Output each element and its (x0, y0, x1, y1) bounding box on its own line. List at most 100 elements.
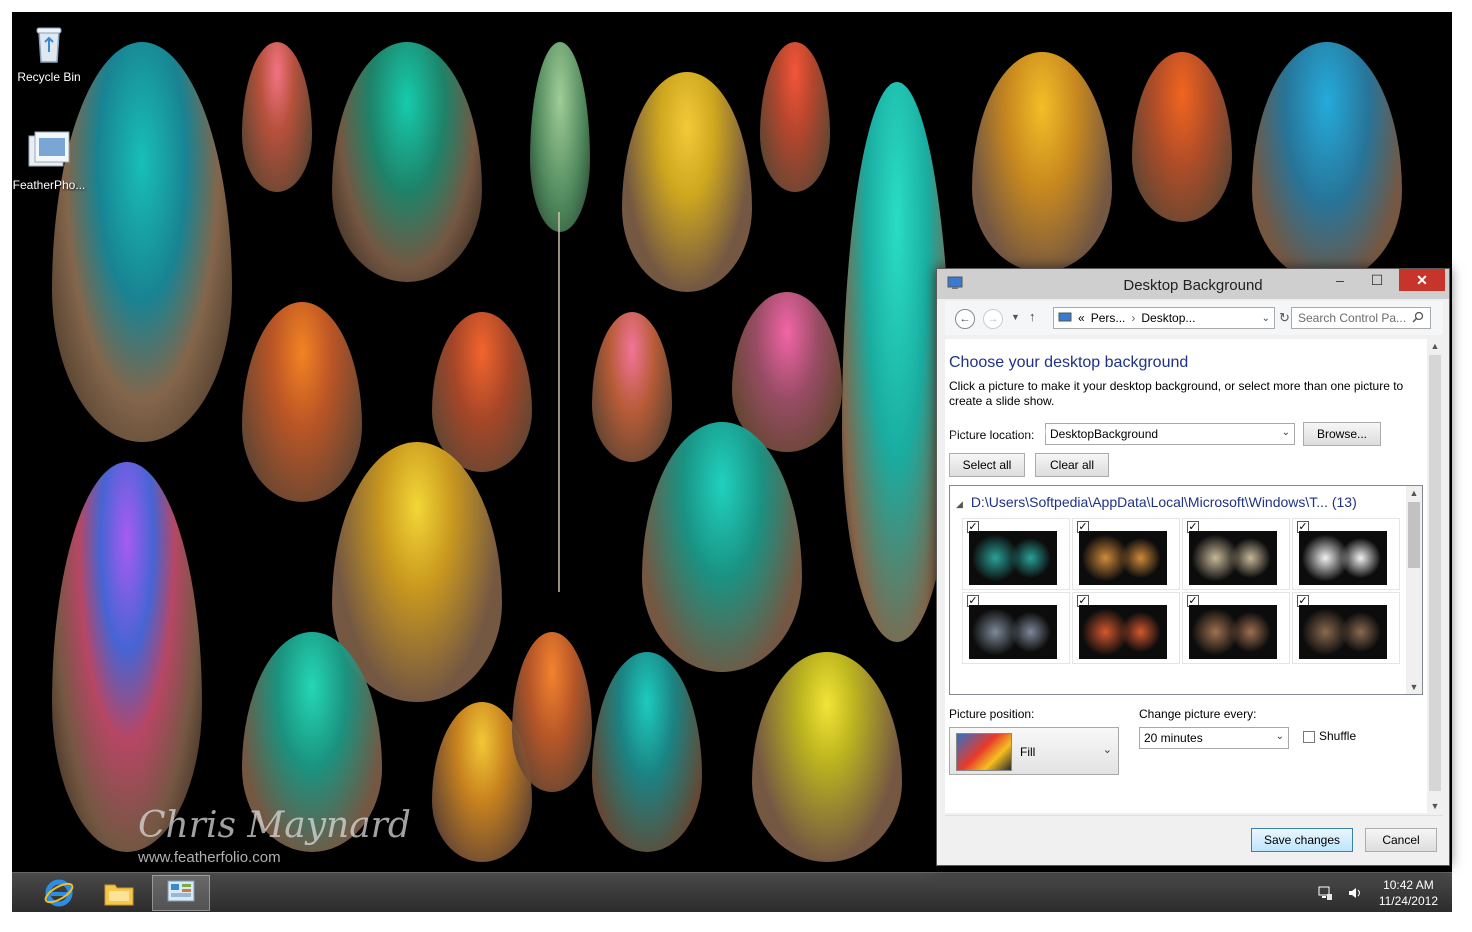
maximize-button[interactable]: ☐ (1357, 269, 1397, 291)
search-input[interactable]: Search Control Pa... (1291, 307, 1431, 329)
scroll-up-icon[interactable]: ▲ (1406, 488, 1422, 498)
feather-graphic (972, 52, 1112, 272)
taskbar-file-explorer[interactable] (90, 875, 148, 911)
theme-pack-icon (27, 130, 71, 174)
dialog-footer: Save changes Cancel (945, 815, 1443, 861)
arrow-left-icon: ← (959, 313, 971, 325)
feather-graphic (52, 42, 232, 442)
refresh-button[interactable]: ↻ (1279, 310, 1290, 326)
minimize-button[interactable]: – (1327, 269, 1353, 291)
feather-graphic (642, 422, 802, 672)
picture-position-select[interactable]: Fill ⌄ (949, 727, 1119, 775)
clock-time: 10:42 AM (1383, 878, 1434, 892)
thumbnail-image (1079, 605, 1167, 659)
clear-all-button[interactable]: Clear all (1035, 453, 1109, 477)
thumbnail-image (969, 531, 1057, 585)
desktop-icon-label: Recycle Bin (17, 70, 81, 84)
address-bar: ← → ▼ ↑ « Pers... › Desktop... ⌄ ↻ Searc… (945, 301, 1443, 335)
shuffle-checkbox[interactable] (1303, 731, 1315, 743)
up-button[interactable]: ↑ (1029, 309, 1036, 324)
gallery-thumbnail[interactable]: ✓ (1072, 592, 1180, 664)
back-button[interactable]: ← (955, 309, 975, 329)
control-panel-icon (167, 880, 195, 902)
gallery-thumbnail[interactable]: ✓ (962, 518, 1070, 590)
change-interval-select[interactable]: 20 minutes ⌄ (1139, 727, 1289, 749)
select-all-button[interactable]: Select all (949, 453, 1025, 477)
refresh-icon: ↻ (1279, 310, 1290, 325)
taskbar-clock[interactable]: 10:42 AM 11/24/2012 (1379, 877, 1438, 909)
thumbnail-image (969, 605, 1057, 659)
main-content: Choose your desktop background Click a p… (945, 339, 1443, 813)
gallery-group-title: D:\Users\Softpedia\AppData\Local\Microso… (970, 494, 1357, 510)
gallery-thumbnail[interactable]: ✓ (1292, 592, 1400, 664)
feather-graphic (1132, 52, 1232, 222)
desktop-icon-recycle-bin[interactable]: Recycle Bin (12, 22, 89, 84)
recycle-bin-icon (27, 22, 71, 66)
page-title: Choose your desktop background (949, 354, 1189, 371)
thumbnail-image (1189, 531, 1277, 585)
breadcrumb-personalization[interactable]: Pers... (1091, 311, 1126, 325)
breadcrumb[interactable]: « Pers... › Desktop... ⌄ (1053, 307, 1275, 329)
recent-locations-button[interactable]: ▼ (1011, 312, 1020, 322)
save-changes-button[interactable]: Save changes (1251, 828, 1353, 852)
gallery-group-header[interactable]: ◢ D:\Users\Softpedia\AppData\Local\Micro… (956, 494, 1357, 510)
feather-graphic (242, 302, 362, 502)
gallery-thumbnail[interactable]: ✓ (1072, 518, 1180, 590)
chevron-down-icon: ⌄ (1281, 427, 1290, 438)
internet-explorer-icon (44, 879, 74, 907)
forward-button[interactable]: → (983, 309, 1003, 329)
feather-graphic (512, 632, 592, 792)
volume-icon[interactable] (1347, 885, 1363, 901)
content-scrollbar[interactable]: ▲ ▼ (1427, 339, 1443, 813)
thumbnail-image (1299, 531, 1387, 585)
taskbar: 10:42 AM 11/24/2012 (12, 872, 1452, 912)
close-button[interactable]: ✕ (1399, 269, 1445, 291)
feather-graphic (530, 42, 590, 232)
gallery-scrollbar[interactable]: ▲ ▼ (1406, 486, 1422, 694)
feather-graphic (332, 442, 502, 702)
feather-graphic (752, 652, 902, 862)
breadcrumb-desktop-background[interactable]: Desktop... (1141, 311, 1195, 325)
content-scroll-thumb[interactable] (1429, 355, 1441, 791)
feather-graphic (332, 42, 482, 282)
thumbnail-image (1079, 531, 1167, 585)
desktop-background-window: Desktop Background – ☐ ✕ ← → ▼ ↑ « Pers.… (936, 268, 1450, 866)
feather-graphic (242, 42, 312, 192)
shuffle-label[interactable]: Shuffle (1319, 729, 1356, 743)
feather-graphic (760, 42, 830, 192)
feather-graphic (732, 292, 842, 452)
breadcrumb-overflow[interactable]: « (1078, 311, 1085, 325)
desktop-icon-theme-pack[interactable]: FeatherPho... (12, 130, 89, 192)
gallery-thumbnail[interactable]: ✓ (1182, 518, 1290, 590)
picture-location-select[interactable]: DesktopBackground ⌄ (1045, 423, 1295, 445)
control-panel-small-icon (1058, 312, 1072, 324)
address-dropdown-icon[interactable]: ⌄ (1262, 313, 1270, 324)
window-titlebar[interactable]: Desktop Background – ☐ ✕ (937, 269, 1449, 299)
scroll-up-icon[interactable]: ▲ (1427, 341, 1443, 351)
gallery-thumbnail[interactable]: ✓ (962, 592, 1070, 664)
wallpaper-signature: Chris Maynard (138, 805, 411, 846)
scroll-down-icon[interactable]: ▼ (1427, 801, 1443, 811)
gallery-thumbnail[interactable]: ✓ (1292, 518, 1400, 590)
thumbnail-image (1299, 605, 1387, 659)
feather-graphic (592, 312, 672, 462)
browse-button[interactable]: Browse... (1303, 422, 1381, 446)
change-picture-label: Change picture every: (1139, 707, 1257, 721)
feather-graphic (52, 462, 202, 852)
taskbar-control-panel[interactable] (152, 875, 210, 911)
picture-gallery: ◢ D:\Users\Softpedia\AppData\Local\Micro… (949, 485, 1423, 695)
gallery-thumbnail[interactable]: ✓ (1182, 592, 1290, 664)
search-placeholder: Search Control Pa... (1298, 311, 1407, 325)
gallery-scroll-thumb[interactable] (1408, 502, 1420, 568)
taskbar-internet-explorer[interactable] (30, 875, 88, 911)
scroll-down-icon[interactable]: ▼ (1406, 682, 1422, 692)
picture-position-label: Picture position: (949, 707, 1035, 721)
network-icon[interactable] (1317, 885, 1333, 901)
arrow-up-icon: ↑ (1029, 309, 1036, 324)
cancel-button[interactable]: Cancel (1365, 828, 1437, 852)
picture-position-value: Fill (1020, 745, 1036, 759)
picture-location-value: DesktopBackground (1050, 427, 1159, 441)
page-description: Click a picture to make it your desktop … (949, 379, 1404, 408)
chevron-down-icon: ⌄ (1275, 731, 1284, 742)
feather-graphic (1252, 42, 1402, 282)
